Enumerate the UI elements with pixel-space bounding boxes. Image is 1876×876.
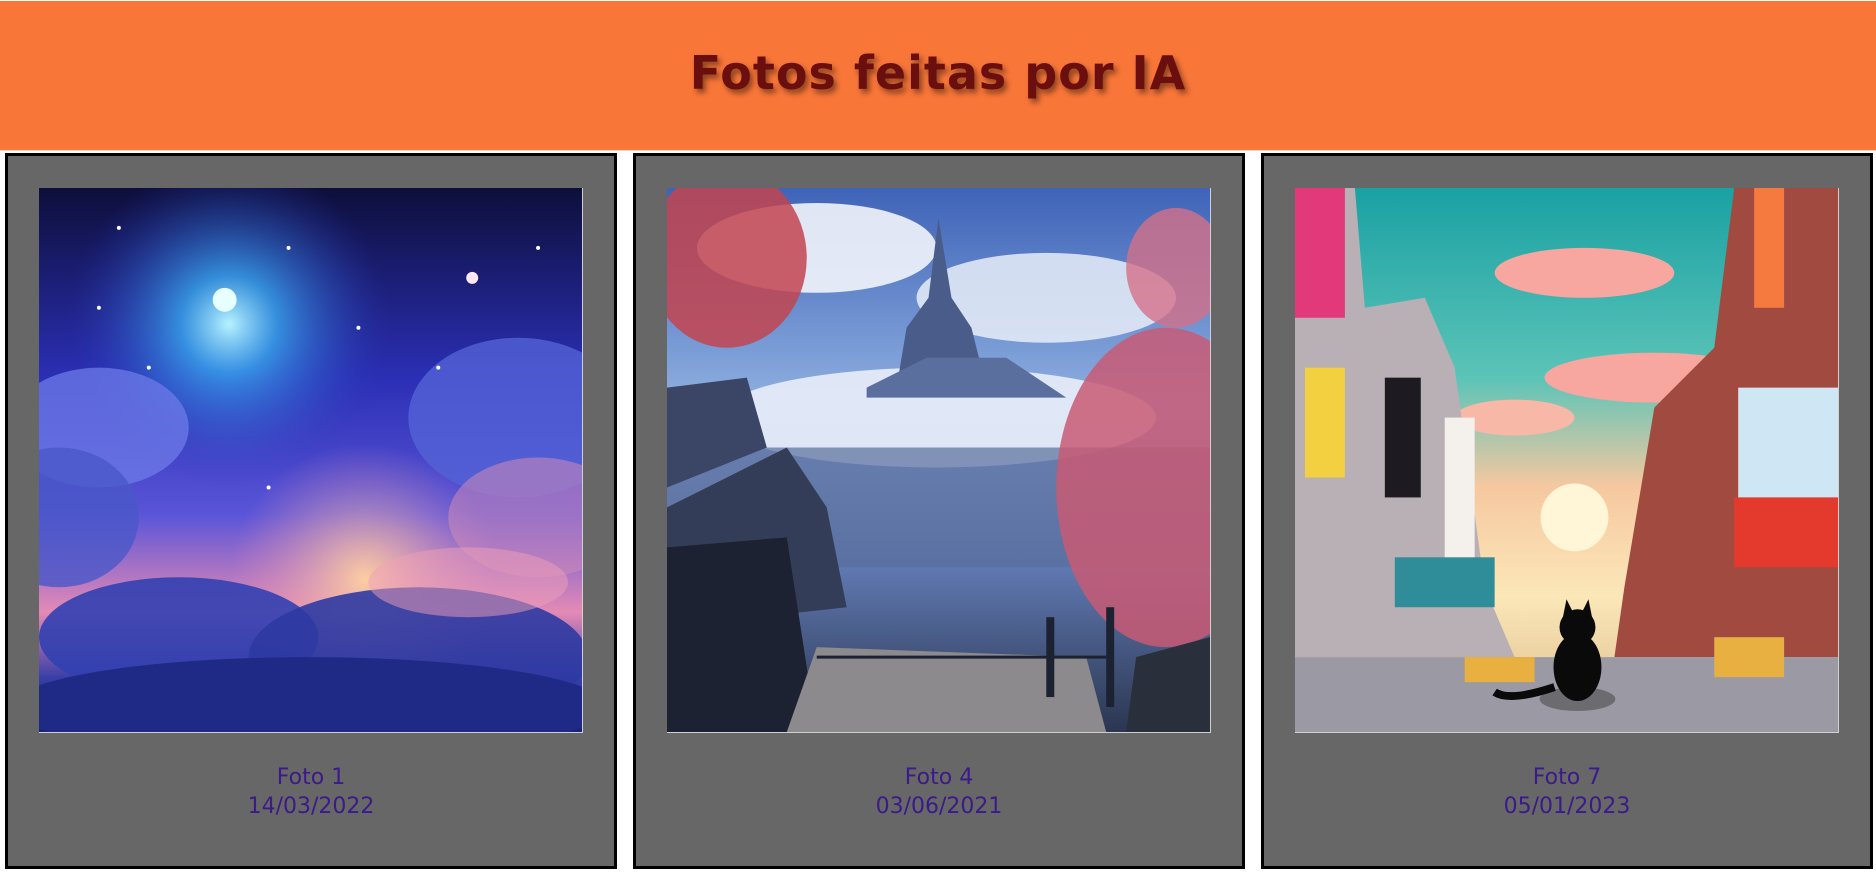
photo-caption: Foto 1 14/03/2022: [8, 763, 614, 821]
page-title: Fotos feitas por IA: [689, 45, 1187, 100]
photo-caption: Foto 7 05/01/2023: [1264, 763, 1870, 821]
photo-card-4[interactable]: Foto 4 03/06/2021: [633, 153, 1245, 869]
photo-label: Foto 7: [1532, 765, 1602, 790]
photo-label: Foto 4: [904, 765, 974, 790]
photo-card-1[interactable]: Foto 1 14/03/2022: [5, 153, 617, 869]
photo-date: 14/03/2022: [247, 794, 375, 819]
photo-caption: Foto 4 03/06/2021: [636, 763, 1242, 821]
fantasy-castle-cherry-trees-image[interactable]: [667, 188, 1211, 733]
city-street-black-cat-image[interactable]: [1295, 188, 1839, 733]
photo-date: 05/01/2023: [1503, 794, 1631, 819]
photo-date: 03/06/2021: [875, 794, 1003, 819]
photo-gallery: Foto 1 14/03/2022 Foto 4 03/06/2021 Foto…: [0, 153, 1876, 869]
page-header: Fotos feitas por IA: [0, 1, 1876, 151]
photo-label: Foto 1: [276, 765, 346, 790]
photo-card-7[interactable]: Foto 7 05/01/2023: [1261, 153, 1873, 869]
starry-sky-clouds-image[interactable]: [39, 188, 583, 733]
